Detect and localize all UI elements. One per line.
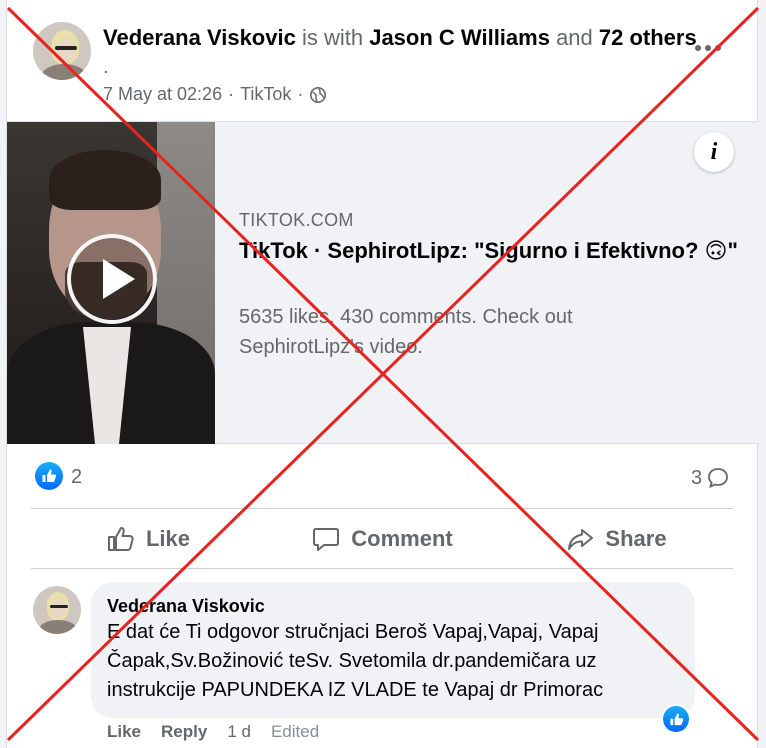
comment-bubble-icon <box>708 468 729 489</box>
like-label: Like <box>145 526 191 551</box>
comment-actions: Like Reply 1 d Edited <box>107 722 319 742</box>
meta-separator: · <box>228 84 235 104</box>
thumbs-up-icon <box>107 527 134 551</box>
post-source: TikTok <box>240 84 292 104</box>
comment-edited[interactable]: Edited <box>271 722 319 742</box>
divider <box>31 568 733 569</box>
header-trailing-dot: . <box>103 56 109 78</box>
comment-button[interactable]: Comment <box>265 510 499 568</box>
post-card: Vederana Viskovic is with Jason C Willia… <box>6 0 759 748</box>
comment-label: Comment <box>351 526 453 551</box>
info-icon[interactable]: i <box>694 132 734 172</box>
post-header: Vederana Viskovic is with Jason C Willia… <box>103 24 697 52</box>
share-label: Share <box>605 526 667 551</box>
meta-separator-2: · <box>297 84 304 104</box>
link-domain: TIKTOK.COM <box>239 210 354 230</box>
comment-count-value: 3 <box>691 466 703 489</box>
divider <box>31 508 733 509</box>
link-description: 5635 likes, 430 comments. Check out Seph… <box>239 306 573 358</box>
share-icon <box>568 529 594 550</box>
more-dot-icon <box>695 45 701 51</box>
author-avatar[interactable] <box>33 22 91 80</box>
globe-icon <box>310 86 327 103</box>
like-reaction-icon[interactable] <box>35 462 63 490</box>
commenter-avatar[interactable] <box>33 586 81 634</box>
comment-author[interactable]: Vederana Viskovic <box>107 594 679 618</box>
and-text: and <box>549 25 599 50</box>
link-preview[interactable]: i TIKTOK.COM TikTok · SephirotLipz: "Sig… <box>7 121 759 444</box>
play-icon[interactable] <box>67 234 157 324</box>
more-dot-icon <box>715 45 721 51</box>
others-link[interactable]: 72 others <box>599 25 697 50</box>
comment-text: E dat će Ti odgovor stručnjaci Beroš Vap… <box>107 621 604 701</box>
comment-reply-link[interactable]: Reply <box>161 722 207 742</box>
like-button[interactable]: Like <box>31 510 265 568</box>
with-text: is with <box>295 25 370 50</box>
post-meta: 7 May at 02:26 · TikTok · <box>103 84 327 105</box>
author-name[interactable]: Vederana Viskovic <box>103 25 296 50</box>
more-options-button[interactable] <box>693 36 723 60</box>
comment-icon <box>313 528 340 551</box>
more-dot-icon <box>705 45 711 51</box>
tagged-user[interactable]: Jason C Williams <box>369 25 550 50</box>
comment-like-link[interactable]: Like <box>107 722 141 742</box>
comment-age[interactable]: 1 d <box>227 722 251 742</box>
video-thumbnail[interactable] <box>7 122 215 444</box>
comment-bubble: Vederana Viskovic E dat će Ti odgovor st… <box>91 582 695 718</box>
share-button[interactable]: Share <box>499 510 733 568</box>
action-bar: Like Comment Share <box>31 510 733 568</box>
comment-like-reaction[interactable] <box>661 704 691 734</box>
comment-count[interactable]: 3 <box>691 466 730 490</box>
link-title[interactable]: TikTok · SephirotLipz: "Sigurno i Efekti… <box>239 236 744 266</box>
post-timestamp[interactable]: 7 May at 02:26 <box>103 84 222 105</box>
like-count[interactable]: 2 <box>71 466 82 489</box>
like-reaction-icon <box>669 712 683 725</box>
